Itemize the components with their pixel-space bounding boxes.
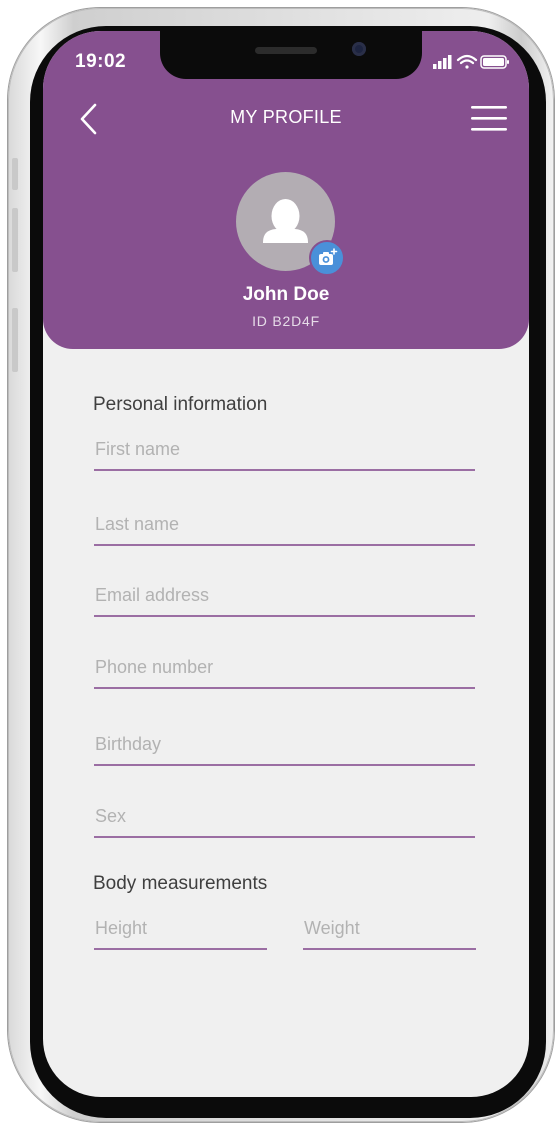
email-field[interactable] — [94, 581, 475, 617]
change-photo-button[interactable] — [309, 240, 345, 276]
app-screen: 19:02 MY PROFILE John Doe ID B2D4F Perso… — [43, 31, 529, 1097]
user-id: ID B2D4F — [252, 313, 320, 329]
user-name: John Doe — [242, 284, 330, 305]
body-measurements-heading: Body measurements — [93, 873, 268, 894]
first-name-field[interactable] — [94, 435, 475, 471]
status-icons — [433, 54, 509, 69]
status-time: 19:02 — [75, 51, 127, 72]
personal-info-heading: Personal information — [93, 394, 268, 415]
last-name-field[interactable] — [94, 510, 475, 546]
battery-icon — [480, 55, 509, 69]
camera-add-icon — [319, 248, 338, 265]
page-title: MY PROFILE — [230, 107, 342, 127]
wifi-icon — [456, 54, 478, 69]
mute-switch — [12, 158, 18, 190]
signal-icon — [433, 55, 452, 69]
phone-notch — [160, 31, 422, 79]
height-field[interactable] — [94, 914, 267, 950]
speaker-grille — [255, 47, 317, 54]
front-camera — [352, 42, 366, 56]
phone-number-field[interactable] — [94, 653, 475, 689]
hamburger-menu-icon[interactable] — [471, 103, 507, 133]
weight-field[interactable] — [303, 914, 476, 950]
volume-down-button — [12, 308, 18, 372]
volume-up-button — [12, 208, 18, 272]
birthday-field[interactable] — [94, 730, 475, 766]
profile-header: 19:02 MY PROFILE John Doe ID B2D4F — [43, 31, 529, 349]
sex-field[interactable] — [94, 802, 475, 838]
